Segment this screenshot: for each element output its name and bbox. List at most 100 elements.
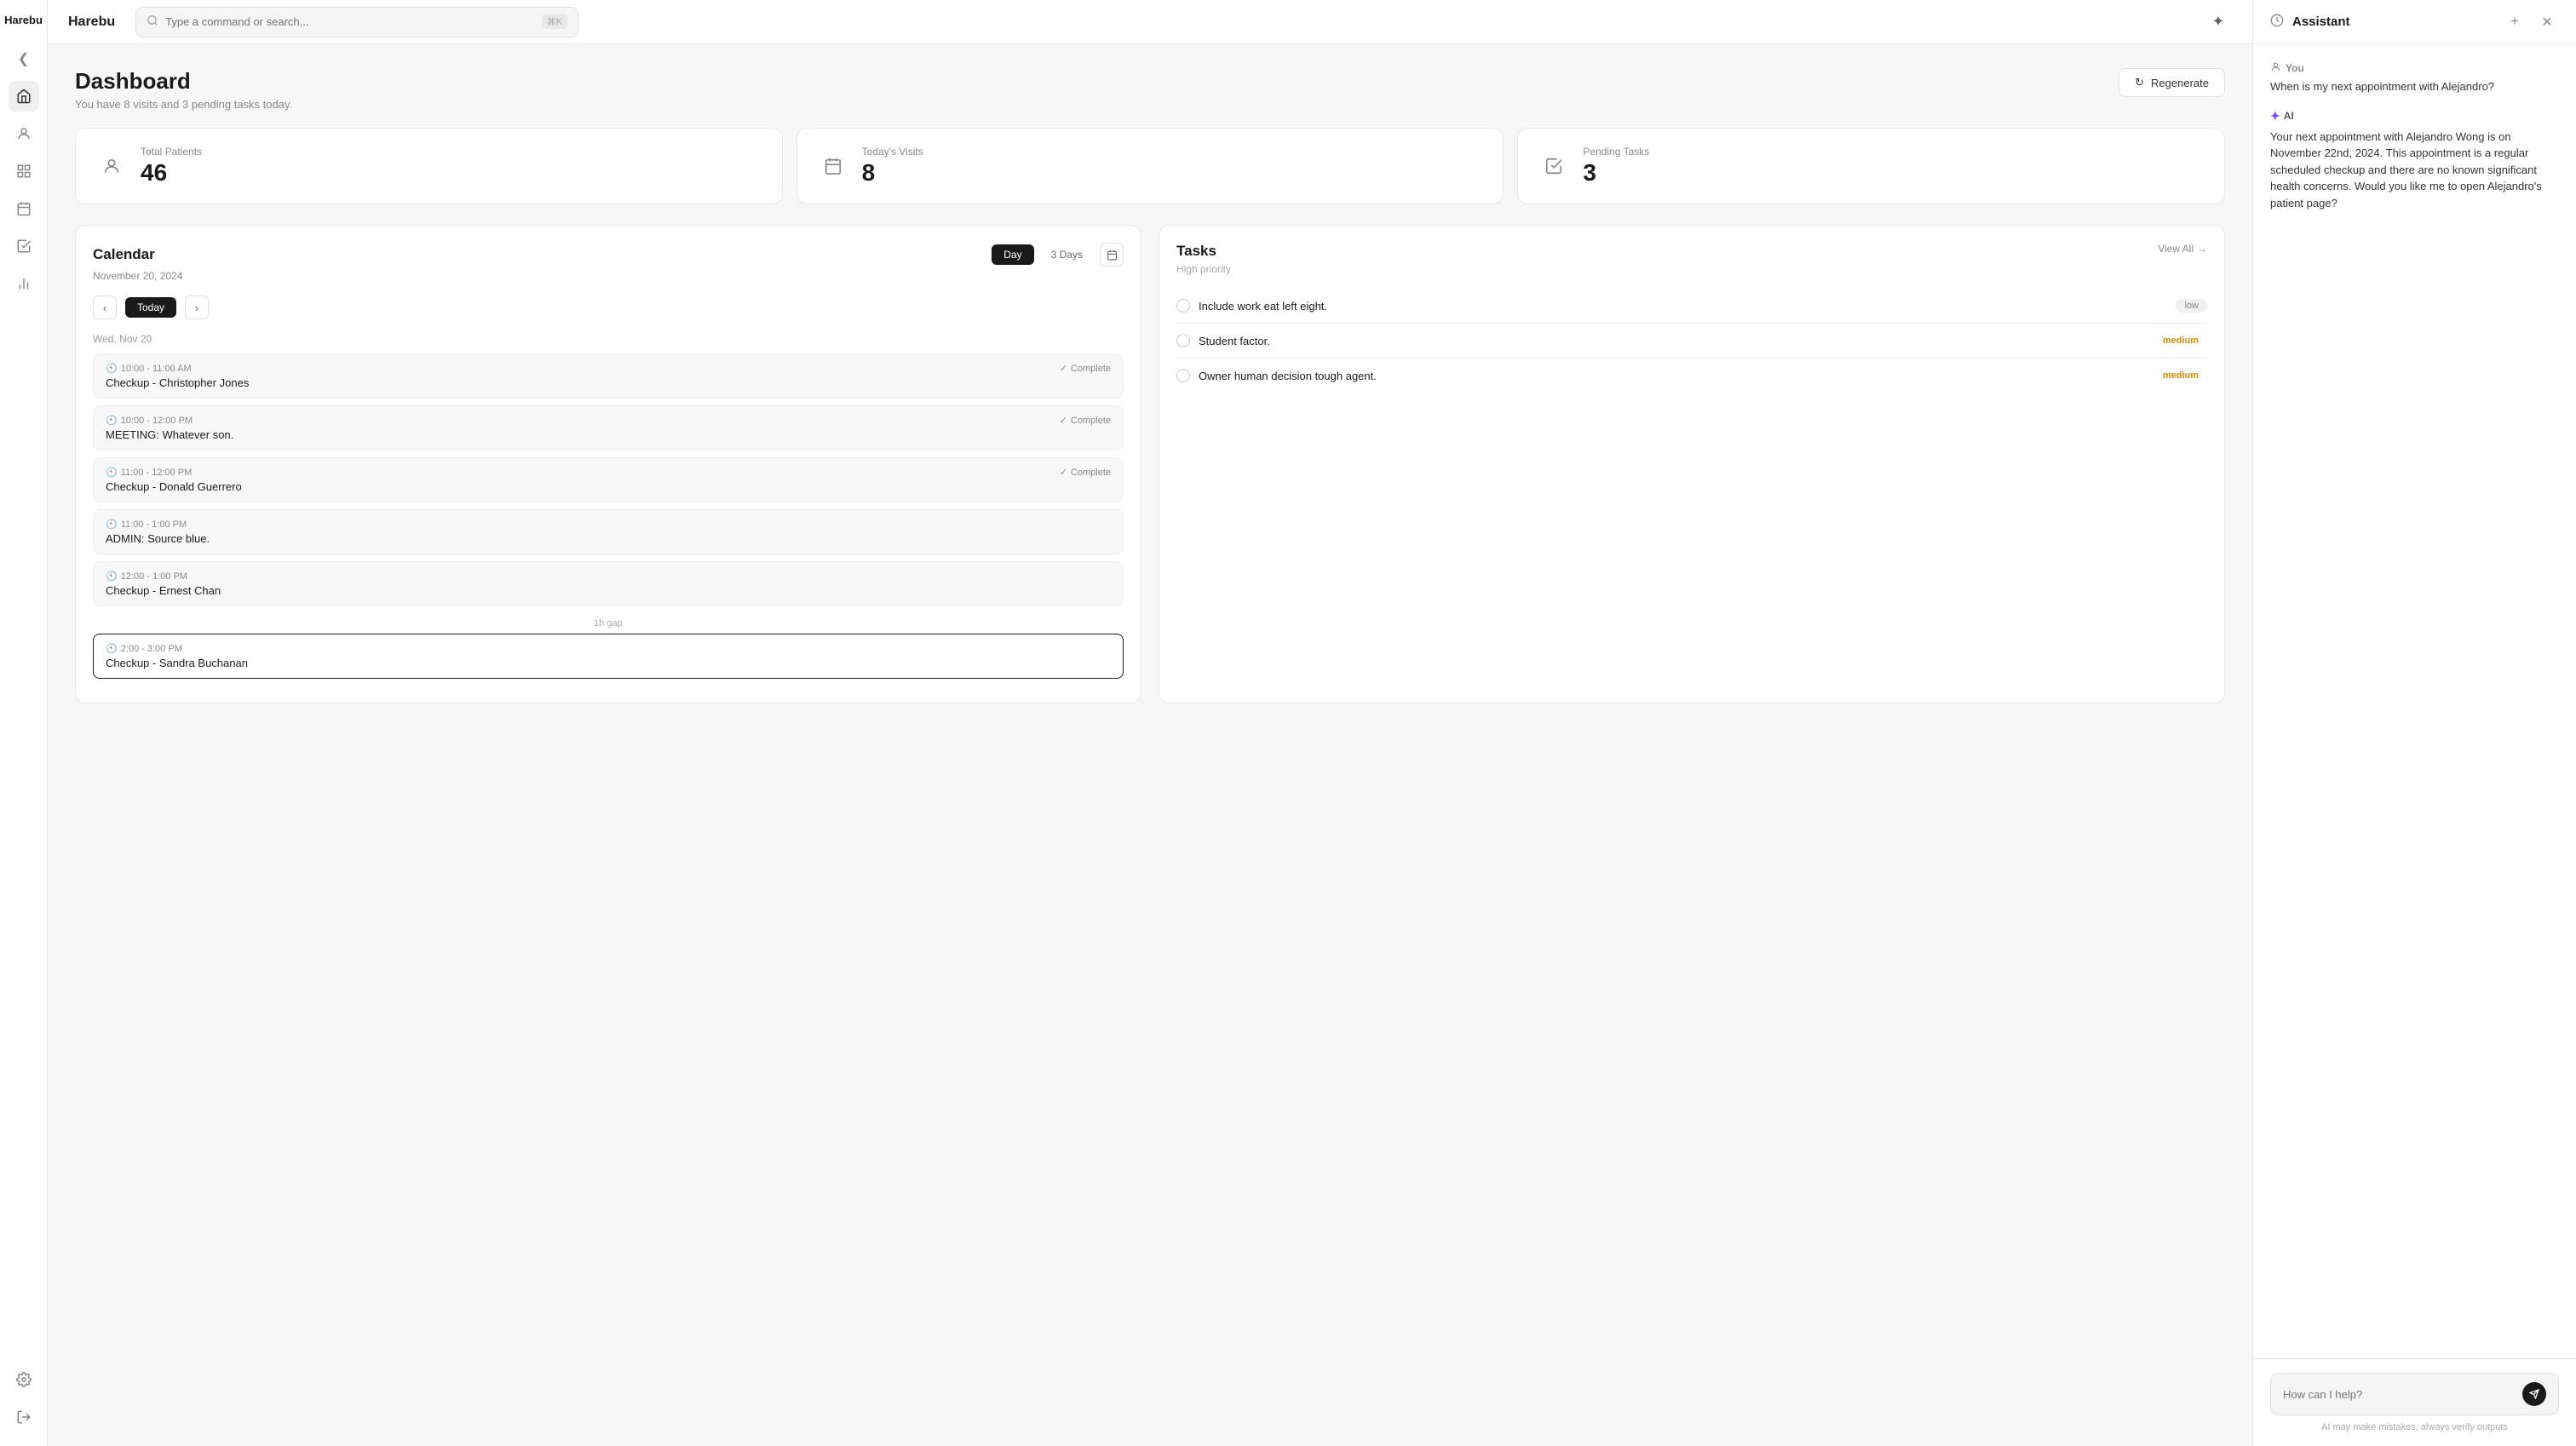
calendar-nav: ‹ Today › bbox=[93, 296, 1124, 319]
calendar-gap-label: 1h gap bbox=[93, 613, 1124, 634]
tasks-card: Tasks View All → High priority Include w… bbox=[1159, 225, 2225, 703]
search-bar[interactable]: ⌘K bbox=[135, 7, 578, 37]
event-status: ✓ Complete bbox=[1060, 415, 1111, 426]
view-all-link[interactable]: View All → bbox=[2158, 243, 2207, 255]
stat-info-pending: Pending Tasks 3 bbox=[1583, 146, 1649, 186]
event-title: ADMIN: Source blue. bbox=[106, 532, 1111, 545]
calendar-prev-button[interactable]: ‹ bbox=[93, 296, 117, 319]
event-title: Checkup - Christopher Jones bbox=[106, 376, 1111, 389]
assistant-send-button[interactable] bbox=[2522, 1382, 2546, 1406]
stat-label-patients: Total Patients bbox=[141, 146, 202, 158]
sidebar-item-collapse[interactable]: ❮ bbox=[9, 43, 39, 74]
event-item: 🕙 12:00 - 1:00 PM Checkup - Ernest Chan bbox=[93, 561, 1124, 606]
stat-label-pending: Pending Tasks bbox=[1583, 146, 1649, 158]
assistant-input-area: AI may make mistakes, always verify outp… bbox=[2253, 1358, 2576, 1446]
assistant-disclaimer: AI may make mistakes, always verify outp… bbox=[2270, 1422, 2559, 1432]
event-title: Checkup - Sandra Buchanan bbox=[106, 657, 1111, 669]
close-assistant-button[interactable]: ✕ bbox=[2535, 10, 2559, 34]
stat-info-visits: Today's Visits 8 bbox=[862, 146, 923, 186]
stat-card-visits: Today's Visits 8 bbox=[796, 128, 1504, 204]
assistant-header-left: Assistant bbox=[2270, 14, 2350, 30]
ai-message-text: Your next appointment with Alejandro Won… bbox=[2270, 129, 2559, 212]
sidebar-item-patients[interactable] bbox=[9, 118, 39, 149]
tasks-priority-label: High priority bbox=[1176, 263, 2207, 275]
page-title: Dashboard bbox=[75, 68, 292, 95]
stats-row: Total Patients 46 Today's Visits 8 bbox=[75, 128, 2225, 204]
lower-row: Calendar Day 3 Days November 20, 2024 ‹ bbox=[75, 225, 2225, 703]
arrow-right-icon: → bbox=[2197, 243, 2207, 255]
sidebar: Harebu ❮ bbox=[0, 0, 48, 1446]
event-title: Checkup - Ernest Chan bbox=[106, 584, 1111, 597]
calendar-grid-icon[interactable] bbox=[1100, 243, 1124, 267]
task-item: Student factor. medium bbox=[1176, 324, 2207, 359]
event-title: MEETING: Whatever son. bbox=[106, 428, 1111, 441]
sidebar-item-logout[interactable] bbox=[9, 1402, 39, 1432]
stat-icon-patients bbox=[96, 151, 127, 181]
view-day-button[interactable]: Day bbox=[992, 244, 1033, 265]
stat-icon-visits bbox=[818, 151, 848, 181]
sidebar-item-tasks[interactable] bbox=[9, 231, 39, 261]
sidebar-item-calendar[interactable] bbox=[9, 193, 39, 224]
check-circle-icon: ✓ bbox=[1060, 467, 1067, 478]
stat-card-pending: Pending Tasks 3 bbox=[1517, 128, 2225, 204]
regenerate-icon: ↻ bbox=[2135, 76, 2144, 89]
user-message: You When is my next appointment with Ale… bbox=[2270, 61, 2559, 95]
assistant-panel: Assistant + ✕ You When is my next appoin… bbox=[2252, 0, 2576, 1446]
sparkle-icon[interactable]: ✦ bbox=[2205, 9, 2232, 36]
search-shortcut: ⌘K bbox=[542, 14, 567, 29]
event-item: 🕙 11:00 - 12:00 PM ✓ Complete Checkup - … bbox=[93, 457, 1124, 502]
search-icon bbox=[147, 14, 158, 29]
calendar-title: Calendar bbox=[93, 246, 155, 263]
check-circle-icon: ✓ bbox=[1060, 415, 1067, 426]
task-badge-medium: medium bbox=[2154, 334, 2207, 347]
task-radio[interactable] bbox=[1176, 334, 1190, 347]
event-status: ✓ Complete bbox=[1060, 467, 1111, 478]
regenerate-button[interactable]: ↻ Regenerate bbox=[2119, 68, 2225, 97]
sidebar-item-grid[interactable] bbox=[9, 156, 39, 186]
assistant-messages: You When is my next appointment with Ale… bbox=[2253, 44, 2576, 1358]
calendar-view-buttons: Day 3 Days bbox=[992, 243, 1124, 267]
sidebar-item-home[interactable] bbox=[9, 81, 39, 112]
task-text: Student factor. bbox=[1199, 335, 2146, 347]
main-content: Harebu ⌘K ✦ Dashboard You have 8 visits … bbox=[48, 0, 2252, 1446]
ai-message: ✦ AI Your next appointment with Alejandr… bbox=[2270, 109, 2559, 212]
dashboard: Dashboard You have 8 visits and 3 pendin… bbox=[48, 44, 2252, 1446]
task-radio[interactable] bbox=[1176, 369, 1190, 382]
assistant-input[interactable] bbox=[2283, 1388, 2514, 1401]
clock-icon: 🕙 bbox=[106, 467, 118, 478]
sidebar-item-settings[interactable] bbox=[9, 1364, 39, 1395]
event-item: 🕙 11:00 - 1:00 PM ADMIN: Source blue. bbox=[93, 509, 1124, 554]
topbar-logo: Harebu bbox=[68, 14, 115, 30]
tasks-title: Tasks bbox=[1176, 243, 1216, 260]
calendar-today-button[interactable]: Today bbox=[125, 297, 176, 318]
stat-card-patients: Total Patients 46 bbox=[75, 128, 783, 204]
stat-label-visits: Today's Visits bbox=[862, 146, 923, 158]
assistant-input-row bbox=[2270, 1373, 2559, 1415]
task-badge-low: low bbox=[2176, 299, 2207, 313]
clock-icon: 🕙 bbox=[106, 363, 118, 374]
app-logo: Harebu bbox=[4, 14, 43, 26]
event-status: ✓ Complete bbox=[1060, 363, 1111, 374]
history-icon bbox=[2270, 14, 2284, 30]
task-badge-medium: medium bbox=[2154, 369, 2207, 382]
calendar-subtitle: November 20, 2024 bbox=[93, 270, 1124, 282]
dashboard-subtitle: You have 8 visits and 3 pending tasks to… bbox=[75, 98, 292, 111]
check-circle-icon: ✓ bbox=[1060, 363, 1067, 374]
assistant-header-right: + ✕ bbox=[2503, 10, 2559, 34]
user-icon bbox=[2270, 61, 2281, 75]
clock-icon: 🕙 bbox=[106, 519, 118, 530]
sidebar-item-reports[interactable] bbox=[9, 268, 39, 299]
stat-icon-pending bbox=[1538, 151, 1569, 181]
clock-icon: 🕙 bbox=[106, 643, 118, 654]
message-sender-user: You bbox=[2270, 61, 2559, 75]
calendar-next-button[interactable]: › bbox=[185, 296, 209, 319]
task-item: Owner human decision tough agent. medium bbox=[1176, 359, 2207, 393]
task-radio[interactable] bbox=[1176, 299, 1190, 313]
stat-value-patients: 46 bbox=[141, 159, 202, 186]
calendar-card: Calendar Day 3 Days November 20, 2024 ‹ bbox=[75, 225, 1141, 703]
view-3days-button[interactable]: 3 Days bbox=[1039, 244, 1095, 265]
event-item-highlighted: 🕙 2:00 - 3:00 PM Checkup - Sandra Buchan… bbox=[93, 634, 1124, 679]
new-chat-button[interactable]: + bbox=[2503, 10, 2527, 34]
ai-sender: ✦ AI bbox=[2270, 109, 2559, 123]
search-input[interactable] bbox=[165, 15, 535, 28]
